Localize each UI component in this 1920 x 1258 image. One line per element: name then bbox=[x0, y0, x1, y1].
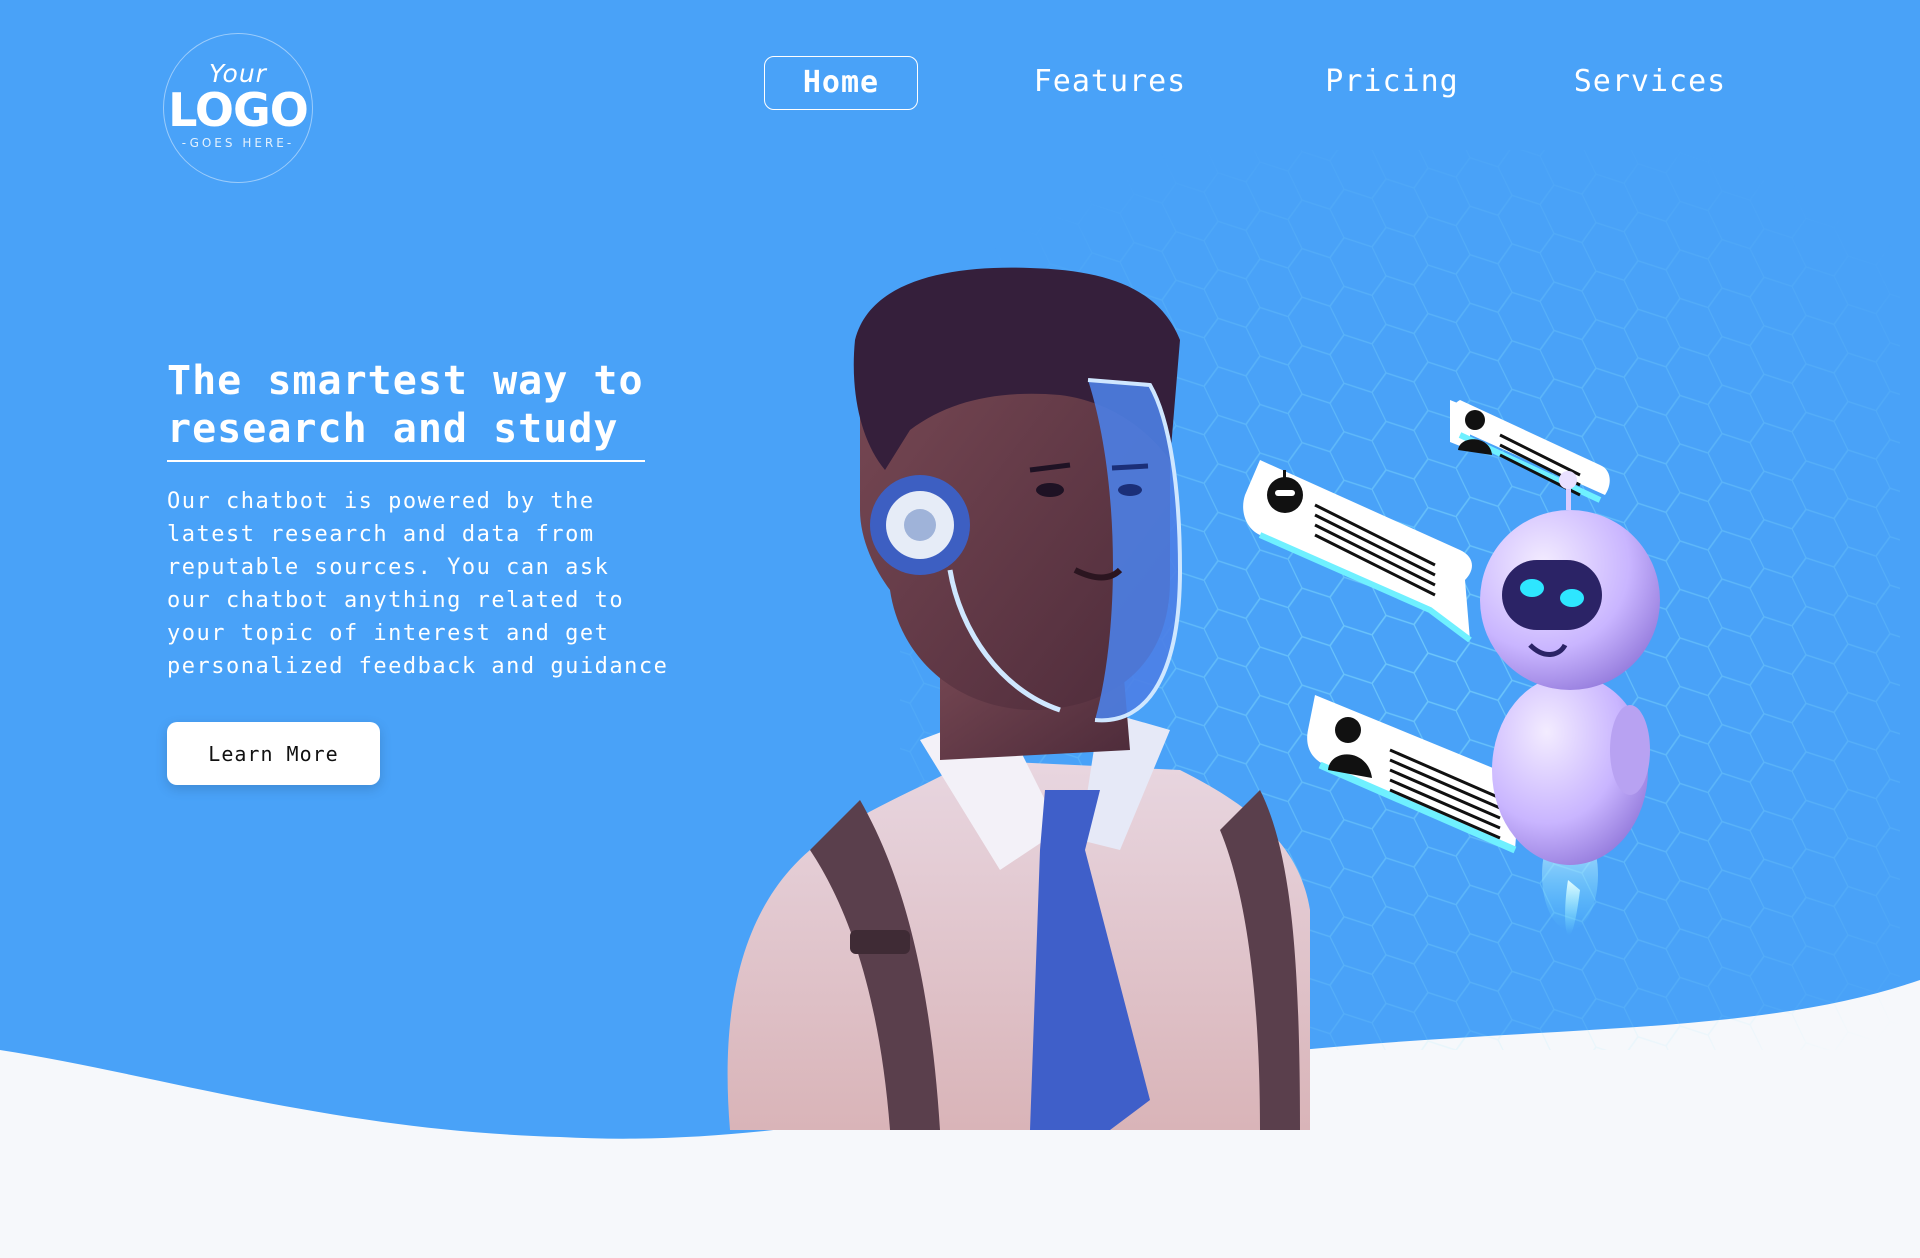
nav-home[interactable]: Home bbox=[764, 56, 918, 110]
hero-description: Our chatbot is powered by the latest res… bbox=[167, 485, 757, 683]
logo-sub-text: -GOES HERE- bbox=[181, 136, 295, 150]
description-line: Our chatbot is powered by the bbox=[167, 489, 595, 514]
nav-features[interactable]: Features bbox=[1020, 56, 1200, 110]
headline-line-1: The smartest way to bbox=[167, 358, 644, 404]
nav-pricing[interactable]: Pricing bbox=[1312, 56, 1472, 110]
headline-underline bbox=[167, 460, 645, 462]
learn-more-button[interactable]: Learn More bbox=[167, 722, 380, 785]
hero-illustration bbox=[727, 150, 1900, 1130]
description-line: latest research and data from bbox=[167, 522, 595, 547]
nav-services[interactable]: Services bbox=[1565, 56, 1735, 110]
main-nav: Home Features Pricing Services bbox=[0, 56, 1920, 110]
hero-headline: The smartest way to research and study bbox=[167, 357, 727, 453]
description-line: your topic of interest and get bbox=[167, 621, 610, 646]
description-line: reputable sources. You can ask bbox=[167, 555, 610, 580]
headline-line-2: research and study bbox=[167, 406, 619, 452]
description-line: our chatbot anything related to bbox=[167, 588, 625, 613]
description-line: personalized feedback and guidance bbox=[167, 654, 669, 679]
